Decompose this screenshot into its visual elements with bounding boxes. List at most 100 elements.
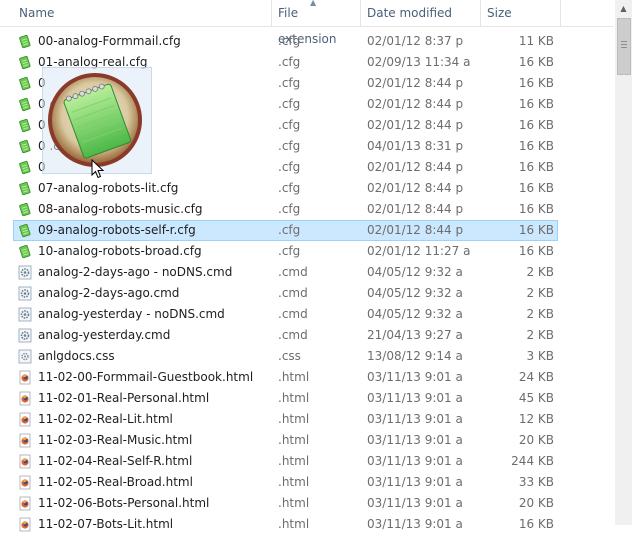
- notepad-icon: [18, 34, 32, 49]
- file-row[interactable]: 11-02-00-Formmail-Guestbook.html .html 03/…: [0, 367, 613, 388]
- notepad-icon: [18, 181, 32, 196]
- file-name: 10-analog-robots-broad.cfg: [38, 244, 202, 258]
- file-name: analog-2-days-ago.cmd: [38, 286, 180, 300]
- file-extension: .cfg: [278, 55, 301, 69]
- scroll-up-icon[interactable]: ▲: [615, 0, 632, 17]
- file-extension: .cfg: [278, 202, 301, 216]
- file-row[interactable]: 11-02-02-Real-Lit.html .html 03/11/13 9:01…: [0, 409, 613, 430]
- file-row[interactable]: 11-02-03-Real-Music.html .html 03/11/13 9:…: [0, 430, 613, 451]
- notepad-icon: [18, 55, 32, 70]
- file-row[interactable]: analog-2-days-ago.cmd .cmd 04/05/12 9:32 a…: [0, 283, 613, 304]
- file-size: 16 KB: [518, 76, 554, 90]
- file-name: analog-yesterday - noDNS.cmd: [38, 307, 225, 321]
- column-date-modified[interactable]: Date modified: [361, 0, 481, 26]
- notepad-icon: [18, 76, 32, 91]
- file-extension: .html: [278, 433, 310, 447]
- file-date-modified: 02/01/12 8:44 p: [367, 97, 464, 111]
- file-extension: .html: [278, 412, 310, 426]
- file-row[interactable]: 00-analog-Formmail.cfg .cfg 02/01/12 8:37 …: [0, 31, 613, 52]
- column-file-extension[interactable]: File extension: [272, 0, 361, 46]
- column-date-modified-label: Date modified: [367, 6, 453, 20]
- notepad-large-icon: [48, 73, 142, 167]
- file-date-modified: 02/09/13 11:34 a: [367, 55, 471, 69]
- notepad-icon: [18, 118, 32, 133]
- file-row[interactable]: 11-02-01-Real-Personal.html .html 03/11/13…: [0, 388, 613, 409]
- scrollbar-thumb[interactable]: [617, 18, 631, 75]
- column-name-label: Name: [19, 6, 55, 20]
- column-size[interactable]: Size: [481, 0, 561, 26]
- file-date-modified: 02/01/12 8:44 p: [367, 160, 464, 174]
- file-date-modified: 13/08/12 9:14 a: [367, 349, 463, 363]
- file-date-modified: 03/11/13 9:01 a: [367, 496, 463, 510]
- file-size: 16 KB: [518, 202, 554, 216]
- firefox-html-icon: [18, 412, 32, 427]
- firefox-html-icon: [18, 391, 32, 406]
- file-row-selected[interactable]: 09-analog-robots-self-r.cfg .cfg 02/01/12 …: [0, 220, 613, 241]
- file-extension: .cfg: [278, 139, 301, 153]
- file-size: 16 KB: [518, 139, 554, 153]
- mouse-pointer-icon: [91, 159, 105, 179]
- file-date-modified: 02/01/12 8:37 p: [367, 34, 464, 48]
- file-date-modified: 04/01/13 8:31 p: [367, 139, 464, 153]
- vertical-scrollbar[interactable]: ▲: [615, 0, 632, 525]
- file-date-modified: 02/01/12 11:27 a: [367, 244, 471, 258]
- file-extension: .cmd: [278, 265, 308, 279]
- file-name: 08-analog-robots-music.cfg: [38, 202, 203, 216]
- file-row[interactable]: analog-yesterday.cmd .cmd 21/04/13 9:27 a 2…: [0, 325, 613, 346]
- file-size: 2 KB: [526, 307, 554, 321]
- file-date-modified: 02/01/12 8:44 p: [367, 202, 464, 216]
- firefox-html-icon: [18, 454, 32, 469]
- file-date-modified: 02/01/12 8:44 p: [367, 76, 464, 90]
- file-size: 16 KB: [518, 97, 554, 111]
- file-name: 11-02-04-Real-Self-R.html: [38, 454, 193, 468]
- file-date-modified: 04/05/12 9:32 a: [367, 265, 463, 279]
- file-name: analog-2-days-ago - noDNS.cmd: [38, 265, 233, 279]
- file-date-modified: 03/11/13 9:01 a: [367, 412, 463, 426]
- file-extension: .html: [278, 475, 310, 489]
- file-size: 16 KB: [518, 244, 554, 258]
- cmd-gear-icon: [18, 286, 32, 301]
- file-row[interactable]: 10-analog-robots-broad.cfg .cfg 02/01/12 1…: [0, 241, 613, 262]
- file-date-modified: 03/11/13 9:01 a: [367, 391, 463, 405]
- file-row[interactable]: 08-analog-robots-music.cfg .cfg 02/01/12 8…: [0, 199, 613, 220]
- file-row[interactable]: analog-2-days-ago - noDNS.cmd .cmd 04/05/1…: [0, 262, 613, 283]
- file-row[interactable]: 11-02-05-Real-Broad.html .html 03/11/13 9:…: [0, 472, 613, 493]
- notepad-icon: [18, 223, 32, 238]
- column-name[interactable]: Name: [13, 0, 272, 26]
- file-date-modified: 03/11/13 9:01 a: [367, 370, 463, 384]
- file-extension: .html: [278, 391, 310, 405]
- firefox-html-icon: [18, 496, 32, 511]
- file-name: 11-02-02-Real-Lit.html: [38, 412, 173, 426]
- file-name: 11-02-05-Real-Broad.html: [38, 475, 193, 489]
- file-extension: .cfg: [278, 34, 301, 48]
- file-size: 16 KB: [518, 181, 554, 195]
- file-size: 244 KB: [511, 454, 554, 468]
- file-row[interactable]: 11-02-04-Real-Self-R.html .html 03/11/13 9…: [0, 451, 613, 472]
- file-size: 33 KB: [518, 475, 554, 489]
- file-name: 09-analog-robots-self-r.cfg: [38, 223, 196, 237]
- file-date-modified: 02/01/12 8:44 p: [367, 223, 464, 237]
- file-extension: .cfg: [278, 181, 301, 195]
- cmd-gear-icon: [18, 307, 32, 322]
- file-date-modified: 04/05/12 9:32 a: [367, 286, 463, 300]
- file-name: 11-02-01-Real-Personal.html: [38, 391, 210, 405]
- file-extension: .css: [278, 349, 301, 363]
- file-name: 00-analog-Formmail.cfg: [38, 34, 181, 48]
- file-date-modified: 03/11/13 9:01 a: [367, 475, 463, 489]
- file-extension: .cfg: [278, 223, 301, 237]
- notepad-icon: [18, 202, 32, 217]
- file-name: 07-analog-robots-lit.cfg: [38, 181, 179, 195]
- file-row[interactable]: analog-yesterday - noDNS.cmd .cmd 04/05/12…: [0, 304, 613, 325]
- file-row[interactable]: anlgdocs.css .css 13/08/12 9:14 a 3 KB: [0, 346, 613, 367]
- file-extension: .cmd: [278, 286, 308, 300]
- file-date-modified: 21/04/13 9:27 a: [367, 328, 463, 342]
- file-size: 11 KB: [518, 34, 554, 48]
- file-size: 2 KB: [526, 286, 554, 300]
- notepad-icon: [18, 139, 32, 154]
- file-row[interactable]: 07-analog-robots-lit.cfg .cfg 02/01/12 8:4…: [0, 178, 613, 199]
- file-size: 24 KB: [518, 370, 554, 384]
- file-name: anlgdocs.css: [38, 349, 115, 363]
- firefox-html-icon: [18, 370, 32, 385]
- file-row[interactable]: 11-02-06-Bots-Personal.html .html 03/11/13…: [0, 493, 613, 514]
- file-name: analog-yesterday.cmd: [38, 328, 171, 342]
